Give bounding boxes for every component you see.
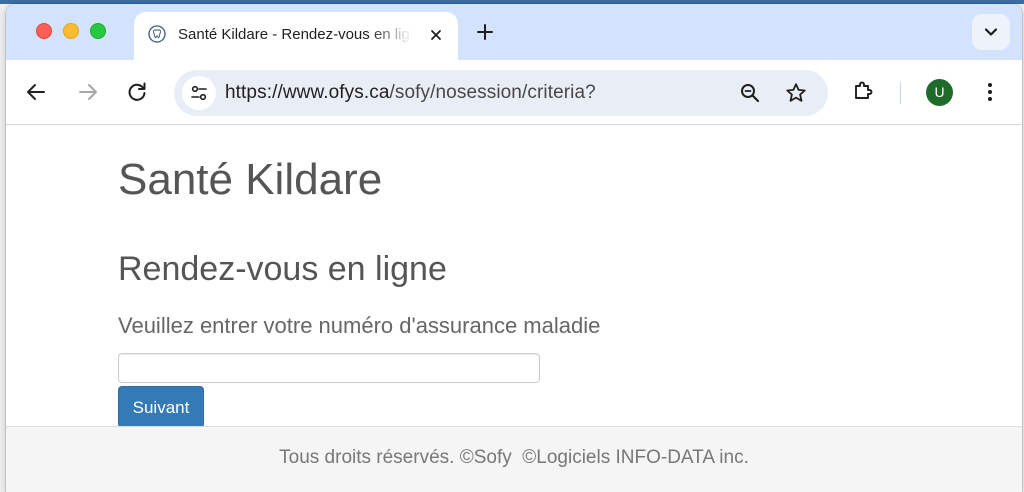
tab-title: Santé Kildare - Rendez-vous en ligne: [178, 26, 412, 43]
url-path: /sofy/nosession/criteria?: [389, 82, 596, 103]
close-window-button[interactable]: [36, 23, 52, 39]
maximize-window-button[interactable]: [90, 23, 106, 39]
browser-window: Santé Kildare - Rendez-vous en ligne htt…: [6, 4, 1022, 492]
url-host: https://www.ofys.ca: [225, 82, 390, 103]
star-icon[interactable]: [784, 81, 808, 105]
site-info-button[interactable]: [182, 76, 216, 110]
tab-active[interactable]: Santé Kildare - Rendez-vous en ligne: [134, 12, 458, 60]
page-title: Rendez-vous en ligne: [118, 250, 447, 288]
tune-icon: [191, 85, 207, 101]
chevron-down-icon: [984, 28, 998, 36]
browser-toolbar: https://www.ofys.ca/sofy/nosession/crite…: [6, 60, 1022, 125]
site-title: Santé Kildare: [118, 155, 383, 204]
puzzle-extension-icon[interactable]: [851, 79, 875, 103]
url-text[interactable]: https://www.ofys.ca/sofy/nosession/crite…: [225, 82, 596, 104]
tooth-icon: [148, 25, 166, 43]
close-icon[interactable]: [426, 25, 446, 45]
profile-avatar[interactable]: U: [926, 79, 953, 106]
zoom-icon[interactable]: [739, 82, 761, 104]
tab-search-button[interactable]: [972, 14, 1010, 50]
address-bar[interactable]: https://www.ofys.ca/sofy/nosession/crite…: [174, 70, 828, 116]
page-content: Santé Kildare Rendez-vous en ligne Veuil…: [6, 125, 1022, 428]
forward-arrow-icon[interactable]: [76, 80, 100, 104]
next-button[interactable]: Suivant: [118, 386, 204, 428]
health-insurance-number-label: Veuillez entrer votre numéro d'assurance…: [118, 313, 601, 338]
reload-icon[interactable]: [125, 80, 149, 104]
new-tab-plus-icon[interactable]: [472, 19, 498, 45]
page-footer: Tous droits réservés. ©Sofy ©Logiciels I…: [6, 426, 1022, 492]
minimize-window-button[interactable]: [63, 23, 79, 39]
health-insurance-number-input[interactable]: [118, 353, 540, 383]
more-vertical-icon[interactable]: [978, 80, 1002, 104]
tab-strip: Santé Kildare - Rendez-vous en ligne: [6, 4, 1022, 60]
back-arrow-icon[interactable]: [24, 80, 48, 104]
toolbar-divider: [900, 82, 901, 104]
footer-copyright: Tous droits réservés. ©Sofy ©Logiciels I…: [279, 447, 749, 468]
